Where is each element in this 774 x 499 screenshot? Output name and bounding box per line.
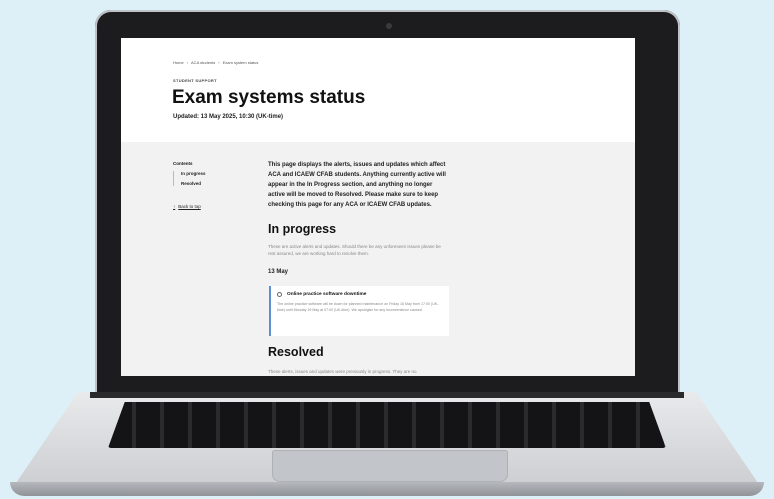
info-icon: [277, 292, 282, 297]
webcam: [386, 23, 392, 29]
page-title: Exam systems status: [172, 87, 366, 108]
resolved-heading: Resolved: [268, 345, 324, 359]
breadcrumb-aca-students[interactable]: ACA students: [191, 60, 215, 65]
breadcrumb-separator: ›: [186, 60, 189, 65]
contents-nav: In progress Resolved: [173, 171, 206, 186]
contents-link-in-progress[interactable]: In progress: [181, 171, 206, 176]
touchpad[interactable]: [272, 450, 508, 482]
breadcrumb-separator: ›: [218, 60, 220, 65]
date-heading: 13 May: [268, 269, 289, 275]
contents-link-resolved[interactable]: Resolved: [181, 181, 206, 186]
intro-paragraph: This page displays the alerts, issues an…: [268, 162, 446, 208]
arrow-up-icon: ↑: [173, 204, 176, 209]
resolved-description: These alerts, issues and updates were pr…: [268, 369, 417, 374]
keyboard[interactable]: [108, 402, 666, 448]
breadcrumb-current: Exam system status: [222, 60, 259, 65]
alert-card-title: Online practice software downtime: [287, 292, 367, 297]
back-to-top-label: Back to top: [178, 204, 201, 209]
alert-card-header: Online practice software downtime: [277, 292, 366, 297]
page-header: Home › ACA students › Exam system status…: [121, 38, 635, 142]
breadcrumb: Home › ACA students › Exam system status: [173, 60, 258, 65]
in-progress-description: These are active alerts and updates. Sho…: [268, 244, 441, 256]
laptop-base-edge: [10, 482, 764, 496]
back-to-top-link[interactable]: ↑ Back to top: [173, 204, 201, 209]
breadcrumb-home[interactable]: Home: [173, 60, 184, 65]
alert-card-body: The online practice software will be dow…: [277, 302, 439, 312]
alert-card: Online practice software downtime The on…: [269, 286, 449, 336]
section-eyebrow: STUDENT SUPPORT: [173, 78, 217, 83]
updated-timestamp: Updated: 13 May 2025, 10:30 (UK-time): [173, 114, 284, 120]
in-progress-heading: In progress: [268, 222, 337, 236]
laptop-screen: Home › ACA students › Exam system status…: [121, 38, 635, 376]
contents-heading: Contents: [173, 161, 193, 166]
laptop-hinge: [90, 392, 684, 398]
